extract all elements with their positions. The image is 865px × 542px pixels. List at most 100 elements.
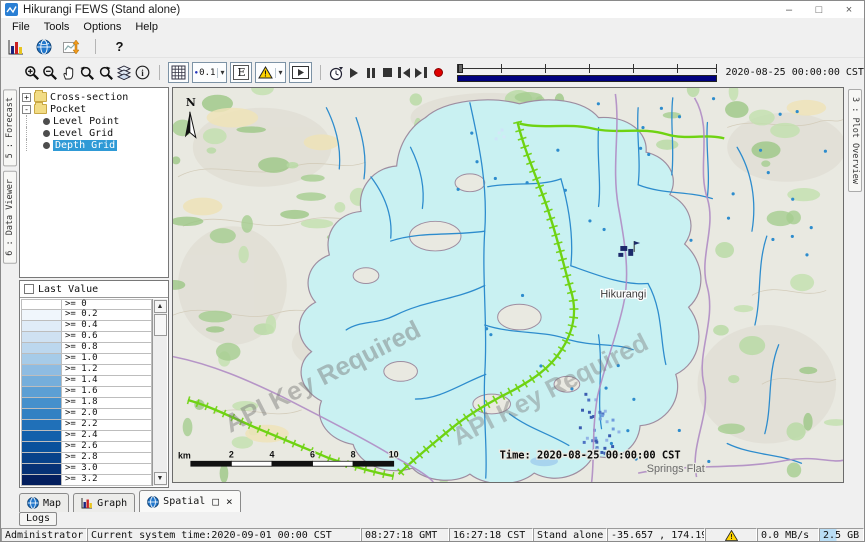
map-time-overlay: Time: 2020-08-25 00:00:00 CST bbox=[500, 449, 681, 461]
animation-window-button[interactable] bbox=[289, 62, 312, 83]
legend-rows: >= 0 >= 0.2 >= 0.4 >= 0.6 >= 0.8 bbox=[21, 299, 152, 486]
tab-spatial[interactable]: Spatial □ × bbox=[139, 490, 240, 512]
status-warning[interactable]: ! bbox=[705, 528, 757, 542]
svg-text:!: ! bbox=[265, 70, 268, 79]
legend-color-swatch bbox=[22, 453, 62, 463]
zoom-out-icon[interactable] bbox=[42, 62, 60, 83]
grid-display-toggle[interactable] bbox=[168, 62, 189, 83]
logs-tab[interactable]: Logs bbox=[19, 512, 57, 526]
zoom-next-icon[interactable] bbox=[97, 62, 115, 83]
toolbar-separator bbox=[95, 39, 96, 54]
scroll-down-icon[interactable]: ▼ bbox=[154, 472, 167, 485]
zoom-in-icon[interactable] bbox=[23, 62, 41, 83]
tree-guide bbox=[26, 127, 39, 139]
tree-item-depth-grid[interactable]: Depth Grid bbox=[22, 139, 166, 151]
legend-class-label: >= 0.2 bbox=[62, 310, 98, 320]
legend-class-label: >= 0.6 bbox=[62, 332, 98, 342]
zoom-previous-icon[interactable] bbox=[79, 62, 97, 83]
info-icon[interactable]: i bbox=[134, 62, 152, 83]
menu-tools[interactable]: Tools bbox=[37, 20, 77, 34]
right-tab-strip: 3 : Plot Overview bbox=[846, 87, 864, 488]
warning-icon: ! bbox=[725, 530, 738, 541]
chevron-down-icon[interactable]: ▾ bbox=[275, 68, 282, 78]
folder-icon bbox=[34, 104, 47, 114]
tab-spatial-label: Spatial bbox=[163, 496, 205, 507]
legend-color-swatch bbox=[22, 300, 62, 309]
tree-item-label-selected: Depth Grid bbox=[53, 140, 117, 151]
stop-button[interactable] bbox=[380, 63, 396, 82]
menu-file[interactable]: File bbox=[5, 20, 37, 34]
expand-icon[interactable]: + bbox=[22, 93, 31, 102]
tree-item-level-grid[interactable]: Level Grid bbox=[22, 127, 166, 139]
tab-map[interactable]: Map bbox=[19, 493, 69, 512]
collapse-icon[interactable]: - bbox=[22, 105, 31, 114]
maximize-button[interactable]: □ bbox=[804, 1, 834, 18]
scale-tick: 8 bbox=[351, 449, 356, 459]
tab-graph[interactable]: Graph bbox=[73, 493, 135, 512]
scrollbar-thumb[interactable] bbox=[154, 314, 167, 336]
legend-class-row: >= 3.2 bbox=[21, 475, 152, 486]
last-value-checkbox[interactable] bbox=[24, 284, 34, 294]
app-window: Hikurangi FEWS (Stand alone) – □ × File … bbox=[0, 0, 865, 542]
menu-help[interactable]: Help bbox=[128, 20, 165, 34]
animate-time-icon[interactable] bbox=[327, 62, 345, 83]
restore-icon[interactable]: □ bbox=[212, 497, 219, 507]
window-title: Hikurangi FEWS (Stand alone) bbox=[23, 4, 180, 16]
status-mode: Stand alone bbox=[533, 528, 607, 542]
legend-color-swatch bbox=[22, 420, 62, 430]
play-button[interactable] bbox=[346, 63, 362, 82]
legend-color-swatch bbox=[22, 442, 62, 452]
legend-class-label: >= 2.8 bbox=[62, 453, 98, 463]
timeline-thumb[interactable] bbox=[458, 64, 463, 73]
map-canvas[interactable]: API Key Required API Key Required Hikura… bbox=[173, 88, 843, 482]
skip-to-start-button[interactable] bbox=[396, 63, 412, 82]
legend-class-label: >= 2.4 bbox=[62, 431, 98, 441]
scale-tick: 2 bbox=[229, 449, 234, 459]
menu-options[interactable]: Options bbox=[76, 20, 128, 34]
legend-color-swatch bbox=[22, 398, 62, 408]
legend-class-label: >= 3.2 bbox=[62, 475, 98, 485]
threshold-dropdown[interactable]: ● 0.1 ▾ bbox=[192, 62, 228, 83]
chevron-down-icon[interactable]: ▾ bbox=[217, 68, 224, 78]
legend-color-swatch bbox=[22, 354, 62, 364]
tree-item-label: Level Point bbox=[53, 116, 119, 127]
scalar-display-icon[interactable] bbox=[5, 36, 26, 57]
timeline-slider[interactable] bbox=[457, 64, 717, 82]
timeline-span-bar bbox=[457, 75, 717, 82]
tab-plot-overview[interactable]: 3 : Plot Overview bbox=[848, 89, 862, 192]
tab-data-viewer[interactable]: 6 : Data Viewer bbox=[3, 171, 17, 264]
spatial-display-icon[interactable] bbox=[33, 36, 54, 57]
close-tab-icon[interactable]: × bbox=[226, 497, 233, 507]
scale-tick: 10 bbox=[389, 449, 399, 459]
legend-scrollbar[interactable]: ▲ ▼ bbox=[152, 299, 167, 486]
layer-dot-icon bbox=[43, 118, 50, 125]
tree-item-level-point[interactable]: Level Point bbox=[22, 115, 166, 127]
datum-button[interactable]: E bbox=[230, 62, 252, 83]
legend-color-swatch bbox=[22, 332, 62, 342]
help-button[interactable]: ? bbox=[109, 36, 130, 57]
legend-class-label: >= 2.2 bbox=[62, 420, 98, 430]
warnings-dropdown[interactable]: ! ▾ bbox=[255, 62, 285, 83]
status-memory: 2.5 GB bbox=[819, 528, 864, 542]
record-button[interactable] bbox=[430, 63, 446, 82]
menu-bar: File Tools Options Help bbox=[1, 18, 864, 36]
bar-chart-icon bbox=[81, 497, 93, 509]
town-label: Hikurangi bbox=[600, 288, 646, 300]
pause-button[interactable] bbox=[363, 63, 379, 82]
scroll-up-icon[interactable]: ▲ bbox=[154, 300, 167, 313]
skip-to-end-button[interactable] bbox=[413, 63, 429, 82]
tab-forecast[interactable]: 5 : Forecast bbox=[3, 89, 17, 166]
timeline-rail[interactable] bbox=[457, 64, 717, 73]
minimize-button[interactable]: – bbox=[774, 1, 804, 18]
map-viewport[interactable]: API Key Required API Key Required Hikura… bbox=[172, 87, 844, 483]
pan-hand-icon[interactable] bbox=[60, 62, 78, 83]
threshold-value: 0.1 bbox=[199, 68, 215, 78]
close-button[interactable]: × bbox=[834, 1, 864, 18]
longitudinal-display-icon[interactable] bbox=[61, 36, 82, 57]
tree-item-pocket[interactable]: - Pocket bbox=[22, 103, 166, 115]
legend-color-swatch bbox=[22, 431, 62, 441]
globe-icon bbox=[27, 497, 39, 509]
layers-icon[interactable] bbox=[116, 62, 134, 83]
tree-item-cross-section[interactable]: + Cross-section bbox=[22, 91, 166, 103]
legend-class-label: >= 2.6 bbox=[62, 442, 98, 452]
